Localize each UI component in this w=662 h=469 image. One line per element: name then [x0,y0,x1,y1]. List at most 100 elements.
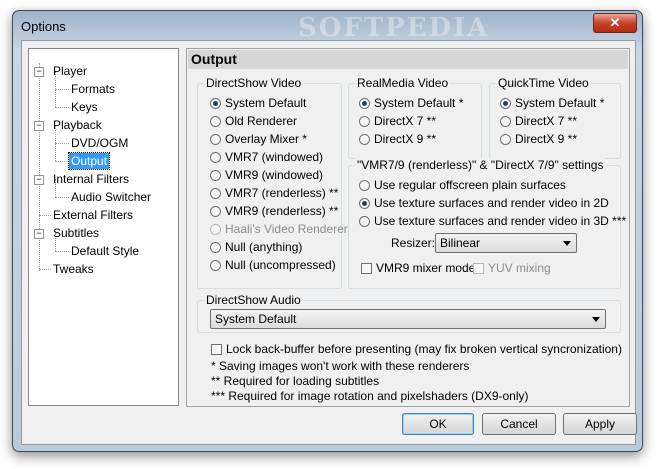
radio-indicator [210,242,221,253]
radio-qt-directx7[interactable]: DirectX 7 ** [500,113,577,129]
option-label: VMR9 mixer mode [376,261,476,275]
tree-item-keys[interactable]: Keys [69,99,100,115]
realmedia-video-group: RealMedia Video System Default * DirectX… [348,76,482,159]
tree-item-player[interactable]: Player [51,63,89,79]
option-label: System Default * [374,96,464,110]
tree-item-playback[interactable]: Playback [51,117,104,133]
quicktime-video-label: QuickTime Video [496,76,591,90]
tree-item-external-filters[interactable]: External Filters [51,207,135,223]
radio-ds-system-default[interactable]: System Default [210,95,306,111]
radio-ds-null-anything[interactable]: Null (anything) [210,239,302,255]
option-label: Use texture surfaces and render video in… [374,214,627,228]
tree-guide-line [39,269,51,270]
output-page: Output DirectShow Video System Default O… [186,48,630,407]
radio-indicator [359,134,370,145]
radio-ds-old-renderer[interactable]: Old Renderer [210,113,297,129]
radio-ds-vmr7-windowed[interactable]: VMR7 (windowed) [210,149,323,165]
quicktime-video-group: QuickTime Video System Default * DirectX… [489,76,621,159]
radio-indicator [359,198,370,209]
checkbox-vmr9-mixer-mode[interactable]: VMR9 mixer mode [361,260,475,276]
option-label: Overlay Mixer * [225,132,308,146]
softpedia-watermark: SOFTPEDIA [298,13,490,43]
option-label: DirectX 9 ** [515,132,578,146]
tree-guide-line [55,143,69,144]
apply-button[interactable]: Apply [563,413,637,435]
radio-indicator [359,98,370,109]
collapse-toggle-subtitles[interactable]: − [34,229,44,239]
directshow-audio-dropdown[interactable]: System Default [210,309,606,329]
option-label: DirectX 9 ** [374,132,437,146]
radio-rm-directx7[interactable]: DirectX 7 ** [359,113,436,129]
title-bar[interactable]: Options SOFTPEDIA ✕ [13,11,642,43]
collapse-toggle-internal-filters[interactable]: − [34,175,44,185]
vmr-settings-label: "VMR7/9 (renderless)" & "DirectX 7/9" se… [355,158,606,172]
tree-item-audio-switcher[interactable]: Audio Switcher [69,189,153,205]
tree-guide-line [55,197,69,198]
radio-indicator [500,134,511,145]
radio-indicator [210,260,221,271]
tree-guide-line [55,251,69,252]
checkbox-yuv-mixing: YUV mixing [473,260,551,276]
radio-indicator [210,98,221,109]
close-icon: ✕ [609,15,621,30]
checkbox-lock-back-buffer[interactable]: Lock back-buffer before presenting (may … [211,341,622,357]
radio-indicator [500,98,511,109]
radio-ds-vmr9-windowed[interactable]: VMR9 (windowed) [210,167,323,183]
option-label: Null (uncompressed) [225,258,336,272]
tree-item-formats[interactable]: Formats [69,81,117,97]
radio-indicator [210,206,221,217]
tree-item-dvd-ogm[interactable]: DVD/OGM [69,135,130,151]
cancel-button[interactable]: Cancel [482,413,556,435]
close-button[interactable]: ✕ [593,13,637,33]
tree-item-output[interactable]: Output [67,152,111,170]
option-label: Use texture surfaces and render video in… [374,196,609,210]
radio-ds-null-uncompressed[interactable]: Null (uncompressed) [210,257,336,273]
realmedia-video-label: RealMedia Video [355,76,451,90]
radio-indicator [210,134,221,145]
options-tree[interactable]: − − − − Player Formats Keys Playback DVD… [28,48,179,406]
radio-texture-surfaces-2d[interactable]: Use texture surfaces and render video in… [359,195,609,211]
radio-ds-overlay-mixer[interactable]: Overlay Mixer * [210,131,307,147]
tree-item-default-style[interactable]: Default Style [69,243,141,259]
radio-rm-system-default[interactable]: System Default * [359,95,463,111]
radio-indicator [500,116,511,127]
radio-indicator [210,116,221,127]
radio-ds-vmr7-renderless[interactable]: VMR7 (renderless) ** [210,185,338,201]
tree-guide-line [39,215,51,216]
radio-rm-directx9[interactable]: DirectX 9 ** [359,131,436,147]
directshow-audio-label: DirectShow Audio [204,293,303,307]
directshow-audio-group: DirectShow Audio System Default [197,293,621,333]
resizer-dropdown[interactable]: Bilinear [435,233,577,253]
radio-texture-surfaces-3d[interactable]: Use texture surfaces and render video in… [359,213,626,229]
tree-item-tweaks[interactable]: Tweaks [51,261,96,277]
options-window: Options SOFTPEDIA ✕ − − − − Player Forma… [12,10,643,452]
resizer-label: Resizer: [391,236,436,250]
tree-guide-line [55,89,69,90]
collapse-toggle-playback[interactable]: − [34,121,44,131]
radio-offscreen-plain-surfaces[interactable]: Use regular offscreen plain surfaces [359,177,566,193]
option-label: YUV mixing [488,261,551,275]
radio-indicator [210,188,221,199]
option-label: Old Renderer [225,114,298,128]
option-label: DirectX 7 ** [515,114,578,128]
note-saving-images: * Saving images won't work with these re… [211,359,470,373]
note-required-rotation: *** Required for image rotation and pixe… [211,389,529,403]
option-label: System Default * [515,96,605,110]
resizer-value: Bilinear [440,236,481,250]
collapse-toggle-player[interactable]: − [34,67,44,77]
radio-indicator [359,216,370,227]
option-label: DirectX 7 ** [374,114,437,128]
tree-item-internal-filters[interactable]: Internal Filters [51,171,131,187]
radio-indicator [359,116,370,127]
directshow-video-group: DirectShow Video System Default Old Rend… [197,76,348,289]
radio-ds-haali-renderer: Haali's Video Renderer [210,221,348,237]
tree-item-subtitles[interactable]: Subtitles [51,225,101,241]
radio-indicator [210,170,221,181]
checkbox-indicator [211,344,222,355]
radio-qt-system-default[interactable]: System Default * [500,95,604,111]
radio-qt-directx9[interactable]: DirectX 9 ** [500,131,577,147]
page-title: Output [188,50,628,69]
option-label: Lock back-buffer before presenting (may … [226,342,622,356]
radio-ds-vmr9-renderless[interactable]: VMR9 (renderless) ** [210,203,338,219]
ok-button[interactable]: OK [402,413,474,435]
